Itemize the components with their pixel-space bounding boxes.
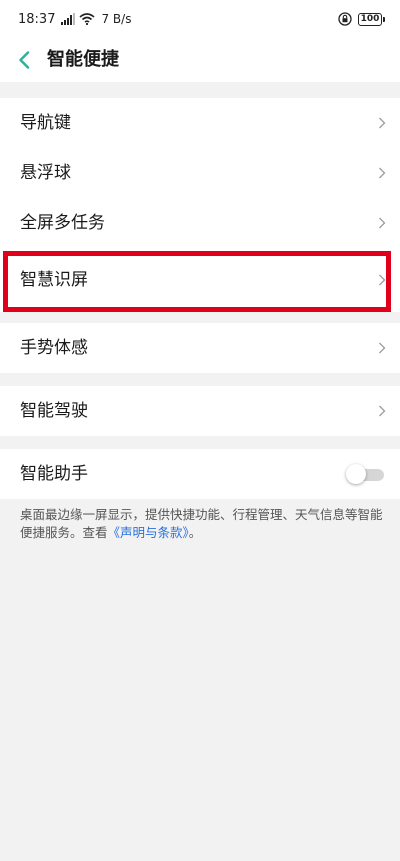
page-title: 智能便捷	[47, 49, 119, 70]
status-time: 18:37	[18, 11, 56, 27]
setting-smart-assistant[interactable]: 智能助手	[0, 449, 400, 499]
signal-icon	[61, 13, 79, 25]
chevron-right-icon	[379, 167, 386, 179]
battery-icon: 100	[358, 12, 385, 26]
setting-fullscreen-multitask[interactable]: 全屏多任务	[0, 198, 400, 248]
status-right: 100	[338, 10, 385, 28]
setting-smart-screen-recognition[interactable]: 智慧识屏	[0, 248, 400, 312]
app-bar: 智能便捷	[0, 38, 400, 82]
back-button[interactable]	[10, 46, 38, 74]
setting-label: 智慧识屏	[20, 270, 88, 290]
lock-rotation-icon	[338, 12, 358, 26]
setting-label: 手势体感	[20, 338, 88, 358]
chevron-right-icon	[379, 342, 386, 354]
settings-group-3: 智能驾驶	[0, 386, 400, 436]
assistant-description: 桌面最边缘一屏显示，提供快捷功能、行程管理、天气信息等智能便捷服务。查看《声明与…	[20, 506, 386, 542]
setting-label: 导航键	[20, 113, 71, 133]
status-left: 18:37 7 B/s	[18, 10, 131, 28]
setting-label: 全屏多任务	[20, 213, 105, 233]
wifi-icon	[79, 13, 99, 25]
chevron-left-icon	[19, 51, 30, 69]
toggle-knob	[346, 464, 366, 484]
chevron-right-icon	[379, 117, 386, 129]
setting-floating-ball[interactable]: 悬浮球	[0, 148, 400, 198]
network-speed: 7 B/s	[101, 12, 132, 26]
status-bar: 18:37 7 B/s 100	[0, 0, 400, 38]
setting-nav-keys[interactable]: 导航键	[0, 98, 400, 148]
setting-label: 智能驾驶	[20, 401, 88, 421]
settings-group-2: 手势体感	[0, 323, 400, 373]
settings-group-4: 智能助手	[0, 449, 400, 499]
chevron-right-icon	[379, 217, 386, 229]
setting-smart-driving[interactable]: 智能驾驶	[0, 386, 400, 436]
terms-link[interactable]: 《声明与条款》	[108, 525, 189, 540]
assistant-toggle[interactable]	[346, 464, 384, 484]
settings-group-1: 导航键 悬浮球 全屏多任务 智慧识屏	[0, 98, 400, 312]
setting-label: 悬浮球	[20, 163, 71, 183]
chevron-right-icon	[379, 405, 386, 417]
setting-label: 智能助手	[20, 464, 88, 484]
setting-gesture-motion[interactable]: 手势体感	[0, 323, 400, 373]
chevron-right-icon	[379, 274, 386, 286]
description-end: 。	[188, 525, 202, 540]
